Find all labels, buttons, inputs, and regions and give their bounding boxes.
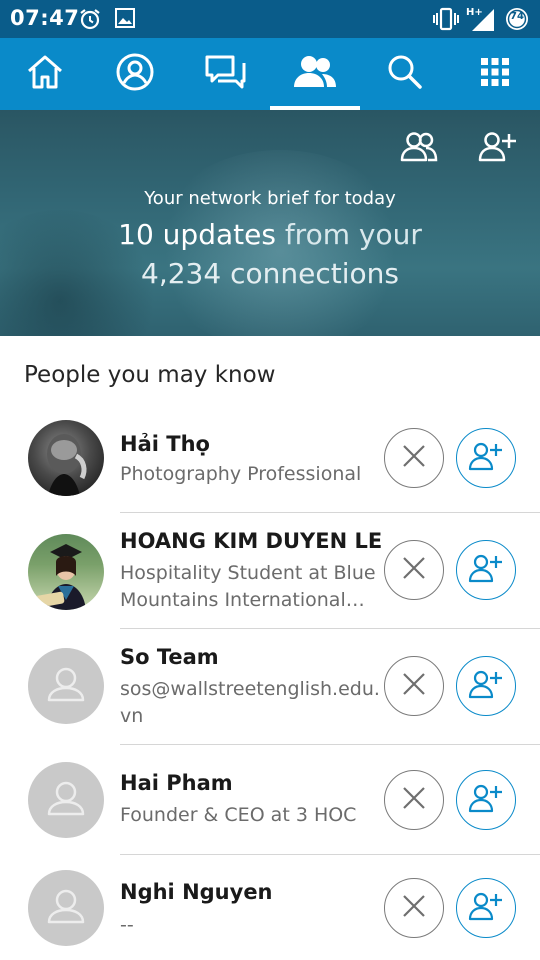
default-avatar-icon — [28, 781, 104, 838]
close-icon — [401, 671, 427, 701]
connect-button[interactable] — [456, 428, 516, 488]
avatar-placeholder — [28, 648, 104, 724]
connections-button[interactable] — [397, 128, 441, 168]
divider — [120, 744, 540, 745]
add-person-icon — [478, 130, 518, 166]
default-avatar-icon — [28, 889, 104, 946]
add-person-icon — [468, 553, 504, 587]
avatar-placeholder — [28, 762, 104, 838]
add-connections-button[interactable] — [476, 128, 520, 168]
tab-messages[interactable] — [180, 38, 270, 110]
dismiss-button[interactable] — [384, 428, 444, 488]
from-your-text: from your — [284, 218, 422, 251]
person-headline: Photography Professional — [120, 463, 362, 485]
gallery-icon — [114, 7, 136, 33]
home-icon — [25, 53, 65, 95]
dismiss-button[interactable] — [384, 770, 444, 830]
tab-search[interactable] — [360, 38, 450, 110]
dismiss-button[interactable] — [384, 540, 444, 600]
svg-text:H+: H+ — [466, 7, 483, 18]
divider — [120, 628, 540, 629]
person-name: Nghi Nguyen — [120, 880, 273, 904]
network-brief-banner: Your network brief for today 10 updates … — [0, 110, 540, 336]
connect-button[interactable] — [456, 656, 516, 716]
pymk-title: People you may know — [24, 362, 276, 388]
close-icon — [401, 893, 427, 923]
tab-profile[interactable] — [90, 38, 180, 110]
divider — [120, 854, 540, 855]
status-bar: 07:47 H+ 74 — [0, 0, 540, 38]
search-icon — [386, 53, 424, 95]
apps-grid-icon — [480, 57, 510, 91]
network-icon — [292, 53, 338, 95]
person-headline: -- — [120, 914, 134, 936]
add-person-icon — [468, 891, 504, 925]
avatar — [28, 420, 104, 496]
connect-button[interactable] — [456, 878, 516, 938]
top-nav — [0, 38, 540, 110]
updates-summary: 10 updates from your — [0, 218, 540, 251]
tab-network[interactable] — [270, 38, 360, 110]
tab-home[interactable] — [0, 38, 90, 110]
messages-icon — [204, 53, 246, 95]
connections-icon — [399, 130, 439, 166]
connect-button[interactable] — [456, 770, 516, 830]
divider — [120, 512, 540, 513]
status-time: 07:47 — [10, 6, 80, 30]
connect-button[interactable] — [456, 540, 516, 600]
person-card[interactable]: So Team sos@wallstreetenglish.edu.vn — [0, 645, 540, 744]
add-person-icon — [468, 441, 504, 475]
person-card[interactable]: HOANG KIM DUYEN LE Hospitality Student a… — [0, 529, 540, 628]
updates-count[interactable]: 10 updates — [118, 218, 276, 251]
close-icon — [401, 555, 427, 585]
close-icon — [401, 785, 427, 815]
alarm-icon — [78, 7, 102, 35]
dismiss-button[interactable] — [384, 878, 444, 938]
avatar-placeholder — [28, 870, 104, 946]
connections-count: 4,234 connections — [141, 257, 399, 290]
add-person-icon — [468, 783, 504, 817]
network-brief-label: Your network brief for today — [144, 188, 396, 209]
dismiss-button[interactable] — [384, 656, 444, 716]
person-headline: sos@wallstreetenglish.edu.vn — [120, 678, 380, 727]
person-headline: Hospitality Student at Blue Mountains In… — [120, 562, 376, 611]
person-name: So Team — [120, 645, 219, 669]
default-avatar-icon — [28, 667, 104, 724]
vibrate-icon — [432, 7, 460, 35]
profile-icon — [115, 52, 155, 96]
person-card[interactable]: Hải Thọ Photography Professional — [0, 418, 540, 512]
signal-icon: H+ — [464, 5, 496, 37]
person-name: Hai Pham — [120, 771, 233, 795]
close-icon — [401, 443, 427, 473]
person-card[interactable]: Nghi Nguyen -- — [0, 870, 540, 956]
person-headline: Founder & CEO at 3 HOC — [120, 804, 357, 826]
add-person-icon — [468, 669, 504, 703]
person-name: HOANG KIM DUYEN LE — [120, 529, 383, 553]
battery-level: 74 — [510, 11, 524, 22]
person-name: Hải Thọ — [120, 432, 210, 456]
person-card[interactable]: Hai Pham Founder & CEO at 3 HOC — [0, 762, 540, 854]
tab-apps[interactable] — [450, 38, 540, 110]
avatar — [28, 534, 104, 610]
